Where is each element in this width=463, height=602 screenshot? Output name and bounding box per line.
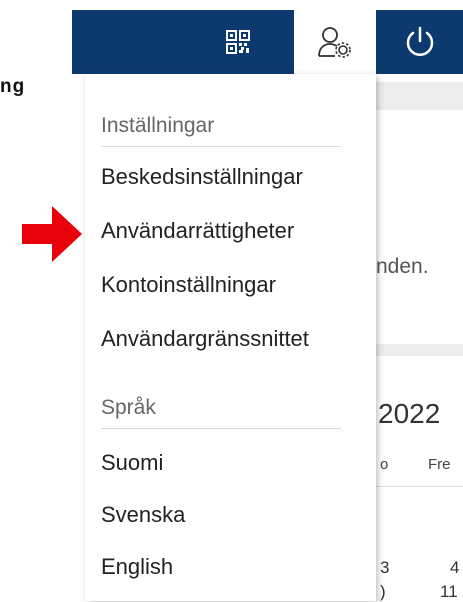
power-icon [406, 26, 433, 56]
calendar-day-header: o [380, 456, 389, 473]
qr-code-button[interactable] [212, 10, 264, 74]
menu-item-language-swedish[interactable]: Svenska [101, 502, 185, 528]
menu-item-account-settings[interactable]: Kontoinställningar [101, 272, 276, 298]
calendar-date[interactable]: ) [380, 582, 386, 602]
page-header-strip [376, 82, 463, 110]
menu-item-language-english[interactable]: English [101, 554, 173, 580]
user-settings-dropdown: Inställningar Beskedsinställningar Använ… [85, 74, 376, 601]
logout-button[interactable] [376, 10, 463, 74]
page-separator [376, 344, 463, 356]
calendar-date[interactable]: 4 [450, 558, 459, 578]
menu-item-user-rights[interactable]: Användarrättigheter [101, 218, 294, 244]
calendar-divider [376, 486, 463, 487]
user-settings-button[interactable] [294, 10, 376, 74]
calendar-day-header: Fre [428, 456, 451, 473]
red-arrow-annotation [22, 206, 82, 262]
menu-item-user-interface[interactable]: Användargränssnittet [101, 326, 309, 352]
menu-item-language-finnish[interactable]: Suomi [101, 450, 163, 476]
menu-item-notification-settings[interactable]: Beskedsinställningar [101, 164, 303, 190]
qr-code-icon [226, 30, 250, 54]
top-navigation-bar [72, 10, 463, 74]
language-section-header: Språk [101, 396, 156, 419]
calendar-date[interactable]: 3 [380, 558, 389, 578]
settings-section-header: Inställningar [101, 114, 215, 137]
page-text-fragment: nden. [376, 255, 429, 278]
calendar-date[interactable]: 11 [440, 582, 458, 602]
user-settings-icon [318, 27, 351, 58]
settings-divider [101, 146, 341, 147]
truncated-heading: ng [0, 76, 26, 97]
calendar-year: 2022 [378, 398, 441, 429]
language-divider [101, 428, 341, 429]
